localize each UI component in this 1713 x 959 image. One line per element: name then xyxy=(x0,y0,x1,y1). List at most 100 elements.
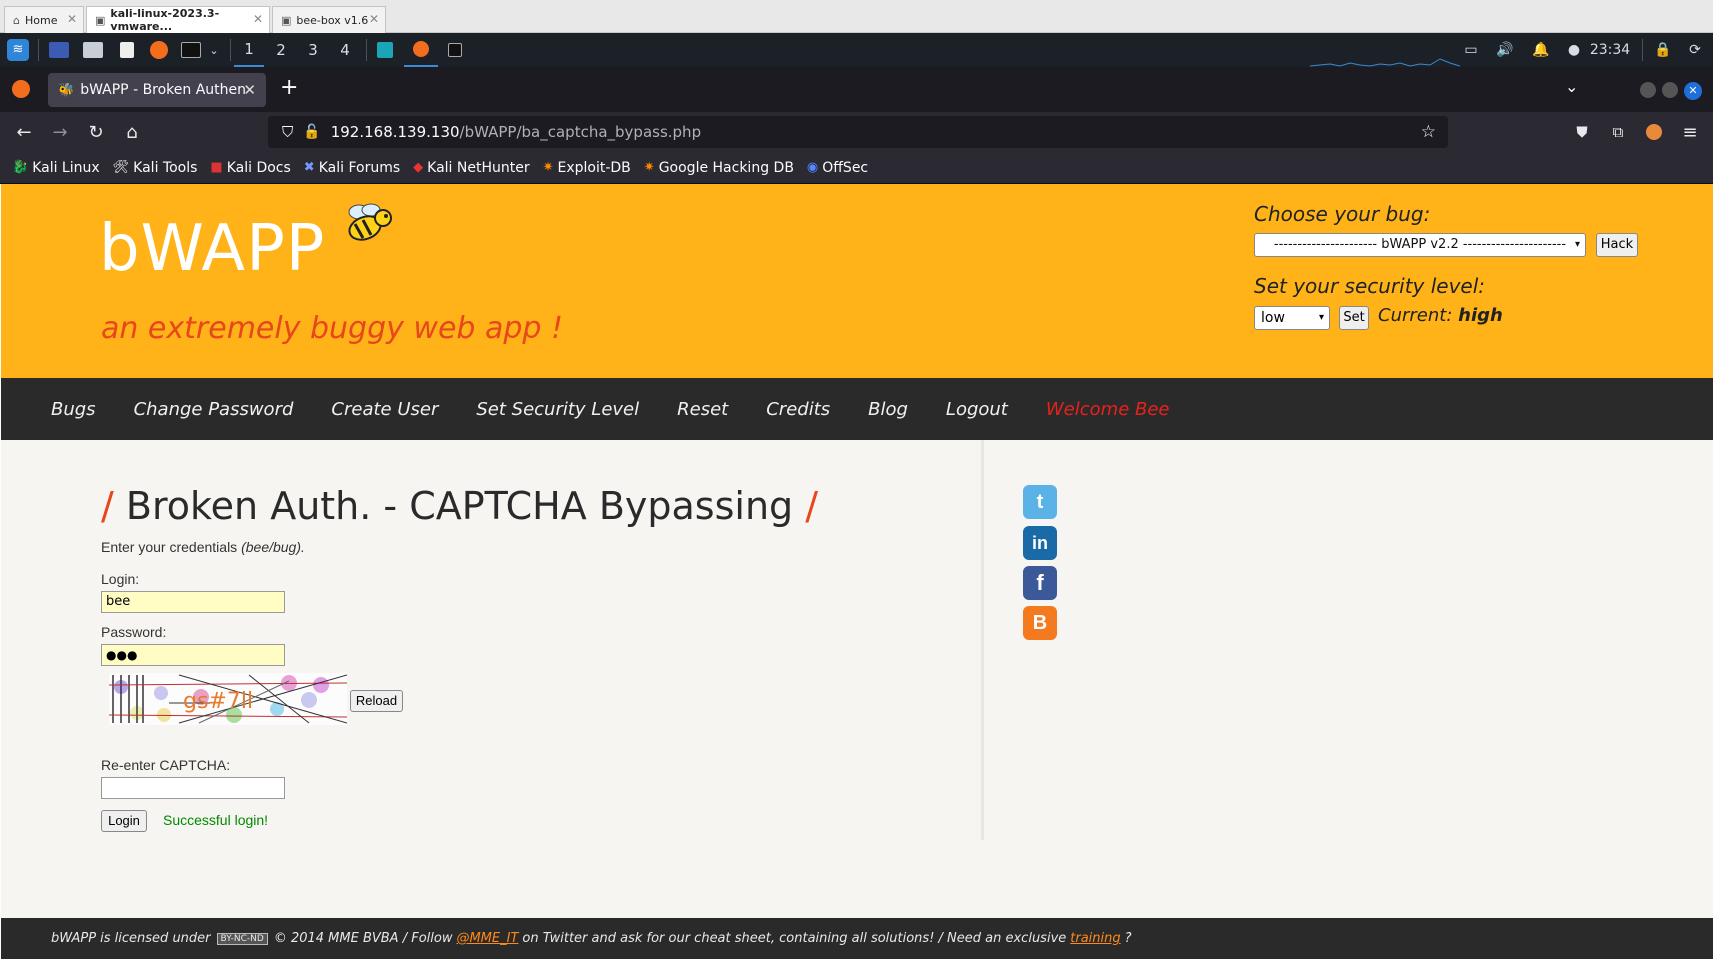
close-window-icon[interactable]: ✕ xyxy=(1684,82,1702,100)
bookmark-kali-linux[interactable]: 🐉 Kali Linux xyxy=(12,160,100,176)
instructions-hint: (bee/bug). xyxy=(241,539,305,555)
menu-hamburger-icon[interactable]: ≡ xyxy=(1674,112,1706,152)
firefox-tab-strip: 🐝 bWAPP - Broken Authent ✕ + ⌄ ✕ xyxy=(0,67,1713,112)
extensions-icon[interactable]: ⧉ xyxy=(1602,112,1634,152)
linkedin-icon[interactable]: in xyxy=(1023,526,1057,560)
text-editor-icon[interactable] xyxy=(114,33,140,67)
menu-item-credits[interactable]: Credits xyxy=(766,399,830,420)
cc-license-badge[interactable]: BY-NC-ND xyxy=(216,932,268,945)
captcha-image: gs#7ll xyxy=(109,673,347,725)
account-icon[interactable] xyxy=(1638,112,1670,152)
display-icon[interactable]: ▭ xyxy=(1460,33,1482,67)
current-level-value: high xyxy=(1458,305,1503,326)
bookmark-exploit-db[interactable]: ✷ Exploit-DB xyxy=(543,160,631,176)
footer-text-a: © 2014 MME BVBA / Follow xyxy=(273,931,453,946)
new-tab-icon[interactable]: + xyxy=(280,75,298,100)
maximize-icon[interactable] xyxy=(1662,82,1678,98)
hack-button[interactable]: Hack xyxy=(1596,233,1638,257)
bookmark-label: Kali Linux xyxy=(32,159,100,176)
firefox-launcher-icon[interactable] xyxy=(146,33,172,67)
vmware-tab-kali[interactable]: ▣ kali-linux-2023.3-vmware... ✕ xyxy=(86,6,270,33)
lock-icon[interactable]: 🔒 xyxy=(1652,33,1674,67)
workspace-4[interactable]: 4 xyxy=(330,33,360,67)
bookmark-label: Exploit-DB xyxy=(557,159,631,176)
url-bar[interactable]: ⛉ 🔓 192.168.139.130/bWAPP/ba_captcha_byp… xyxy=(268,116,1448,148)
captcha-input[interactable] xyxy=(101,777,285,799)
password-input[interactable]: ●●● xyxy=(101,644,285,666)
bee-favicon-icon: 🐝 xyxy=(58,82,75,98)
firefox-task-icon[interactable] xyxy=(404,33,438,67)
pocket-icon[interactable]: ⛊ xyxy=(1566,112,1598,152)
firefox-view-icon[interactable] xyxy=(12,80,30,98)
minimize-icon[interactable] xyxy=(1640,82,1656,98)
close-icon[interactable]: ✕ xyxy=(67,12,77,26)
bookmark-star-icon[interactable]: ☆ xyxy=(1421,122,1436,142)
bee-mascot-icon xyxy=(348,203,392,241)
menu-item-change-password[interactable]: Change Password xyxy=(134,399,294,420)
main-content: / Broken Auth. - CAPTCHA Bypassing / Ent… xyxy=(1,440,981,840)
reload-icon[interactable]: ↻ xyxy=(80,112,112,152)
menu-item-create-user[interactable]: Create User xyxy=(331,399,438,420)
kali-menu-icon[interactable]: ≋ xyxy=(4,33,32,67)
insecure-lock-icon[interactable]: 🔓 xyxy=(303,124,320,140)
panel-clock[interactable]: 23:34 xyxy=(1588,33,1632,67)
bookmark-kali-nethunter[interactable]: ◆ Kali NetHunter xyxy=(413,160,529,176)
bookmark-kali-tools[interactable]: 🛠 Kali Tools xyxy=(113,160,198,176)
vmware-tab-label: bee-box v1.6 xyxy=(296,13,369,27)
workspace-2[interactable]: 2 xyxy=(266,33,296,67)
set-button[interactable]: Set xyxy=(1339,306,1369,330)
bookmark-google-hacking-db[interactable]: ✷ Google Hacking DB xyxy=(644,160,794,176)
content-divider xyxy=(981,440,984,840)
security-level-label: Set your security level: xyxy=(1254,274,1486,298)
menu-item-set-security-level[interactable]: Set Security Level xyxy=(476,399,639,420)
facebook-icon[interactable]: f xyxy=(1023,566,1057,600)
menu-item-bugs[interactable]: Bugs xyxy=(51,399,96,420)
login-button[interactable]: Login xyxy=(101,810,147,832)
training-link[interactable]: training xyxy=(1070,931,1120,946)
close-icon[interactable]: ✕ xyxy=(253,12,263,26)
bug-select[interactable]: ---------------------- bWAPP v2.2 ------… xyxy=(1254,233,1586,257)
file-manager-icon[interactable] xyxy=(80,33,106,67)
vm-icon: ▣ xyxy=(281,13,292,27)
home-icon[interactable]: ⌂ xyxy=(116,112,148,152)
login-input[interactable]: bee xyxy=(101,591,285,613)
bookmark-offsec[interactable]: ◉ OffSec xyxy=(807,160,868,176)
terminal-icon[interactable] xyxy=(178,33,204,67)
terminal-task-icon[interactable] xyxy=(442,33,468,67)
bwapp-logo[interactable]: bWAPP xyxy=(99,212,325,286)
blogger-icon[interactable]: B xyxy=(1023,606,1057,640)
bookmark-kali-forums[interactable]: ✖ Kali Forums xyxy=(304,160,400,176)
reload-captcha-button[interactable]: Reload xyxy=(350,690,403,712)
show-desktop-icon[interactable] xyxy=(46,33,72,67)
back-icon[interactable]: ← xyxy=(8,112,40,152)
bwapp-tagline: an extremely buggy web app ! xyxy=(101,311,564,346)
notification-bell-icon[interactable]: 🔔 xyxy=(1530,33,1552,67)
twitter-icon[interactable]: t xyxy=(1023,485,1057,519)
volume-icon[interactable]: 🔊 xyxy=(1494,33,1516,67)
home-icon: ⌂ xyxy=(13,13,20,27)
workspace-1[interactable]: 1 xyxy=(234,33,264,67)
footer-end: ? xyxy=(1124,931,1132,946)
power-status-icon[interactable]: ● xyxy=(1564,33,1584,67)
logout-icon[interactable]: ⟳ xyxy=(1684,33,1706,67)
vmware-tab-bar: ⌂ Home ✕ ▣ kali-linux-2023.3-vmware... ✕… xyxy=(0,0,1713,33)
close-tab-icon[interactable]: ✕ xyxy=(243,81,256,99)
workspace-3[interactable]: 3 xyxy=(298,33,328,67)
list-all-tabs-icon[interactable]: ⌄ xyxy=(1565,77,1578,96)
menu-item-logout[interactable]: Logout xyxy=(946,399,1008,420)
twitter-link[interactable]: @MME_IT xyxy=(456,931,518,946)
panel-divider xyxy=(1642,39,1643,61)
menu-item-blog[interactable]: Blog xyxy=(868,399,908,420)
close-icon[interactable]: ✕ xyxy=(369,12,379,26)
firefox-tab-active[interactable]: 🐝 bWAPP - Broken Authent ✕ xyxy=(48,73,266,107)
chevron-down-icon[interactable]: ⌄ xyxy=(204,33,224,67)
menu-item-reset[interactable]: Reset xyxy=(677,399,728,420)
vmware-tab-beebox[interactable]: ▣ bee-box v1.6 ✕ xyxy=(272,6,386,33)
security-level-select[interactable]: low ▾ xyxy=(1254,306,1330,330)
forward-icon[interactable]: → xyxy=(44,112,76,152)
burp-task-icon[interactable] xyxy=(372,33,398,67)
url-host: 192.168.139.130 xyxy=(330,123,460,141)
vmware-tab-home[interactable]: ⌂ Home ✕ xyxy=(4,6,84,33)
bookmark-kali-docs[interactable]: ■ Kali Docs xyxy=(210,160,290,176)
tracking-protection-icon[interactable]: ⛉ xyxy=(282,123,293,141)
